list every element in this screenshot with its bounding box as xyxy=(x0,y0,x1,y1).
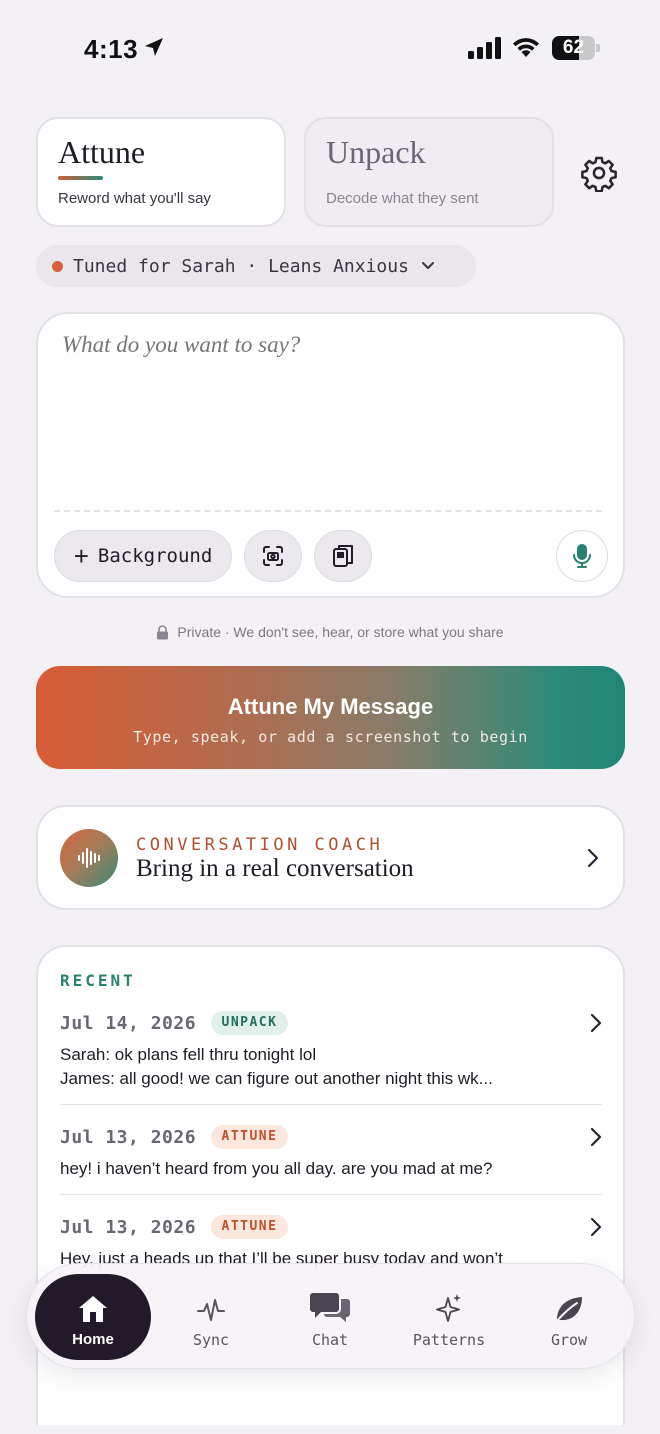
chevron-right-icon xyxy=(590,1127,602,1147)
recent-item-date: Jul 13, 2026 xyxy=(60,1216,197,1238)
mode-badge: ATTUNE xyxy=(210,1125,289,1149)
recent-item-date: Jul 14, 2026 xyxy=(60,1012,197,1034)
gear-icon[interactable] xyxy=(580,154,618,192)
chevron-down-icon xyxy=(421,262,434,269)
nav-sync[interactable]: Sync xyxy=(153,1274,269,1360)
camera-scan-icon xyxy=(263,546,283,566)
microphone-icon xyxy=(573,544,591,568)
mode-subtitle-unpack: Decode what they sent xyxy=(326,190,479,207)
chevron-right-icon xyxy=(590,1217,602,1237)
nav-home[interactable]: Home xyxy=(35,1274,151,1360)
nav-home-label: Home xyxy=(72,1331,114,1348)
privacy-text: Private · We don't see, hear, or store w… xyxy=(177,624,504,640)
nav-chat-label: Chat xyxy=(311,1331,349,1349)
chevron-right-icon xyxy=(587,848,599,868)
screenshot-button[interactable] xyxy=(244,530,302,582)
home-icon xyxy=(79,1296,107,1322)
recent-item-line: James: all good! we can figure out anoth… xyxy=(60,1069,493,1088)
waveform-icon xyxy=(78,848,100,868)
cta-title: Attune My Message xyxy=(227,694,434,719)
coach-label: CONVERSATION COACH xyxy=(136,835,384,855)
recent-item[interactable]: Jul 14, 2026 UNPACK Sarah: ok plans fell… xyxy=(60,1011,602,1091)
cta-subtitle: Type, speak, or add a screenshot to begi… xyxy=(133,728,528,746)
cellular-signal-icon xyxy=(468,37,501,59)
compose-divider xyxy=(54,510,602,512)
lock-icon xyxy=(157,624,169,639)
chevron-right-icon xyxy=(590,1013,602,1033)
coach-avatar xyxy=(60,829,118,887)
location-arrow-icon xyxy=(145,38,163,56)
mode-title-attune: Attune xyxy=(58,134,146,170)
coach-title: Bring in a real conversation xyxy=(136,855,414,882)
attune-message-button[interactable]: Attune My Message Type, speak, or add a … xyxy=(36,666,625,769)
compose-card: + Background xyxy=(36,312,625,598)
mode-badge: UNPACK xyxy=(210,1011,289,1035)
active-mode-underline xyxy=(58,176,103,180)
leaf-icon xyxy=(555,1297,582,1323)
nav-patterns[interactable]: Patterns xyxy=(391,1274,507,1360)
mode-tab-attune[interactable]: Attune Reword what you'll say xyxy=(36,117,286,227)
tuned-status-dot xyxy=(52,260,63,272)
nav-sync-label: Sync xyxy=(192,1331,230,1349)
chat-bubbles-icon xyxy=(310,1293,350,1322)
divider xyxy=(60,1194,602,1195)
recent-item[interactable]: Jul 13, 2026 ATTUNE hey! i haven’t heard… xyxy=(60,1125,602,1181)
conversation-coach-card[interactable]: CONVERSATION COACH Bring in a real conve… xyxy=(36,805,625,910)
nav-grow[interactable]: Grow xyxy=(511,1274,627,1360)
tuned-label: Tuned for Sarah · Leans Anxious xyxy=(73,255,409,277)
microphone-button[interactable] xyxy=(556,530,608,582)
add-background-label: Background xyxy=(97,545,213,567)
mode-subtitle-attune: Reword what you'll say xyxy=(58,190,211,207)
nav-chat[interactable]: Chat xyxy=(272,1274,388,1360)
clipboard-icon xyxy=(333,545,353,567)
status-bar: 4:13 62 xyxy=(0,0,660,96)
battery-percent: 62 xyxy=(562,37,585,58)
status-time: 4:13 xyxy=(84,34,139,64)
pulse-icon xyxy=(197,1299,225,1321)
recent-item-date: Jul 13, 2026 xyxy=(60,1126,197,1148)
paste-button[interactable] xyxy=(314,530,372,582)
privacy-note: Private · We don't see, hear, or store w… xyxy=(0,624,660,640)
tuned-for-selector[interactable]: Tuned for Sarah · Leans Anxious xyxy=(36,245,476,287)
recent-item-text: Sarah: ok plans fell thru tonight lol Ja… xyxy=(60,1043,602,1091)
nav-patterns-label: Patterns xyxy=(412,1331,486,1349)
divider xyxy=(60,1104,602,1105)
recent-title: RECENT xyxy=(60,971,136,990)
message-input[interactable] xyxy=(62,332,592,358)
add-background-button[interactable]: + Background xyxy=(54,530,232,582)
nav-grow-label: Grow xyxy=(550,1331,588,1349)
bottom-nav: Home Sync Chat Patterns Grow xyxy=(26,1263,635,1369)
recent-item-line: Sarah: ok plans fell thru tonight lol xyxy=(60,1045,317,1064)
mode-tab-unpack[interactable]: Unpack Decode what they sent xyxy=(304,117,554,227)
recent-item-text: hey! i haven’t heard from you all day. a… xyxy=(60,1159,493,1178)
sparkles-icon xyxy=(436,1294,461,1322)
plus-icon: + xyxy=(73,541,89,571)
battery-indicator: 62 xyxy=(552,36,600,60)
mode-title-unpack: Unpack xyxy=(326,134,426,170)
mode-badge: ATTUNE xyxy=(210,1215,289,1239)
wifi-icon xyxy=(513,38,539,57)
